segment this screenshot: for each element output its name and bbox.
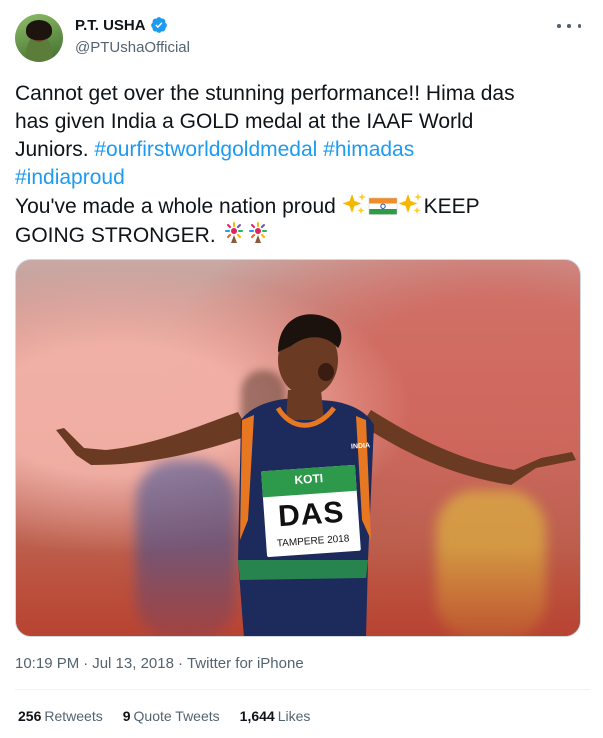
author-handle[interactable]: @PTUshaOfficial: [75, 39, 190, 56]
more-options-icon[interactable]: [557, 16, 581, 36]
bib-event: TAMPERE 2018: [276, 533, 350, 550]
tweet-line-6: GOING STRONGER.: [15, 221, 590, 250]
tweet-line-3: Juniors. #ourfirstworldgoldmedal #himada…: [15, 136, 590, 164]
tweet-meta: 10:19 PM · Jul 13, 2018 · Twitter for iP…: [15, 655, 304, 672]
tweet-line-4: #indiaproud: [15, 164, 590, 192]
tweet-line-5-text: You've made a whole nation proud: [15, 195, 342, 218]
likes-label: Likes: [277, 708, 311, 724]
retweets-label: Retweets: [44, 708, 103, 724]
tweet-date[interactable]: Jul 13, 2018: [92, 655, 174, 672]
retweets-stat[interactable]: 256 Retweets: [18, 708, 103, 724]
tweet-line-5: You've made a whole nation proud KEEP: [15, 192, 590, 221]
hashtag-indiaproud[interactable]: #indiaproud: [15, 166, 125, 189]
meta-separator: ·: [83, 655, 89, 672]
tweet-time[interactable]: 10:19 PM: [15, 655, 79, 672]
tweet-line-2: has given India a GOLD medal at the IAAF…: [15, 110, 474, 133]
sparkles-icon: [342, 193, 366, 214]
likes-stat[interactable]: 1,644 Likes: [240, 708, 311, 724]
tweet-line-6-text: GOING STRONGER.: [15, 224, 222, 247]
quote-tweets-label: Quote Tweets: [133, 708, 220, 724]
quote-tweets-count: 9: [122, 708, 131, 724]
runner-illustration: [56, 314, 576, 636]
tweet-photo[interactable]: INDIA KOTI DAS TAMPERE 2018: [15, 259, 581, 637]
tweet-source[interactable]: Twitter for iPhone: [187, 655, 304, 672]
tweet-stats: 256 Retweets 9 Quote Tweets 1,644 Likes: [18, 708, 310, 724]
tweet-line-1: Cannot get over the stunning performance…: [15, 82, 515, 105]
avatar[interactable]: [15, 14, 63, 62]
quote-tweets-stat[interactable]: 9 Quote Tweets: [123, 708, 220, 724]
tweet-text: Cannot get over the stunning performance…: [15, 80, 590, 250]
hashtag-himadas[interactable]: #himadas: [323, 138, 414, 161]
tweet-line-5-end: KEEP: [423, 195, 480, 218]
verified-badge-icon: [150, 17, 167, 33]
author-name-row[interactable]: P.T. USHA: [75, 16, 168, 34]
race-bib: KOTI DAS TAMPERE 2018: [261, 464, 361, 558]
hashtag-ourfirstworldgoldmedal[interactable]: #ourfirstworldgoldmedal: [94, 138, 317, 161]
likes-count: 1,644: [239, 708, 275, 724]
india-flag-icon: [368, 197, 397, 215]
retweets-count: 256: [18, 708, 42, 724]
bib-name: DAS: [277, 495, 346, 534]
divider: [15, 689, 590, 690]
tweet-line-3-text: Juniors.: [15, 138, 95, 161]
fireworks-icon: [248, 222, 267, 243]
meta-separator: ·: [177, 655, 183, 672]
jersey-text: INDIA: [350, 442, 371, 451]
fireworks-icon: [224, 222, 243, 243]
author-name[interactable]: P.T. USHA: [75, 17, 146, 34]
sparkles-icon: [398, 193, 422, 214]
tweet: P.T. USHA @PTUshaOfficial Cannot get ove…: [0, 0, 603, 738]
